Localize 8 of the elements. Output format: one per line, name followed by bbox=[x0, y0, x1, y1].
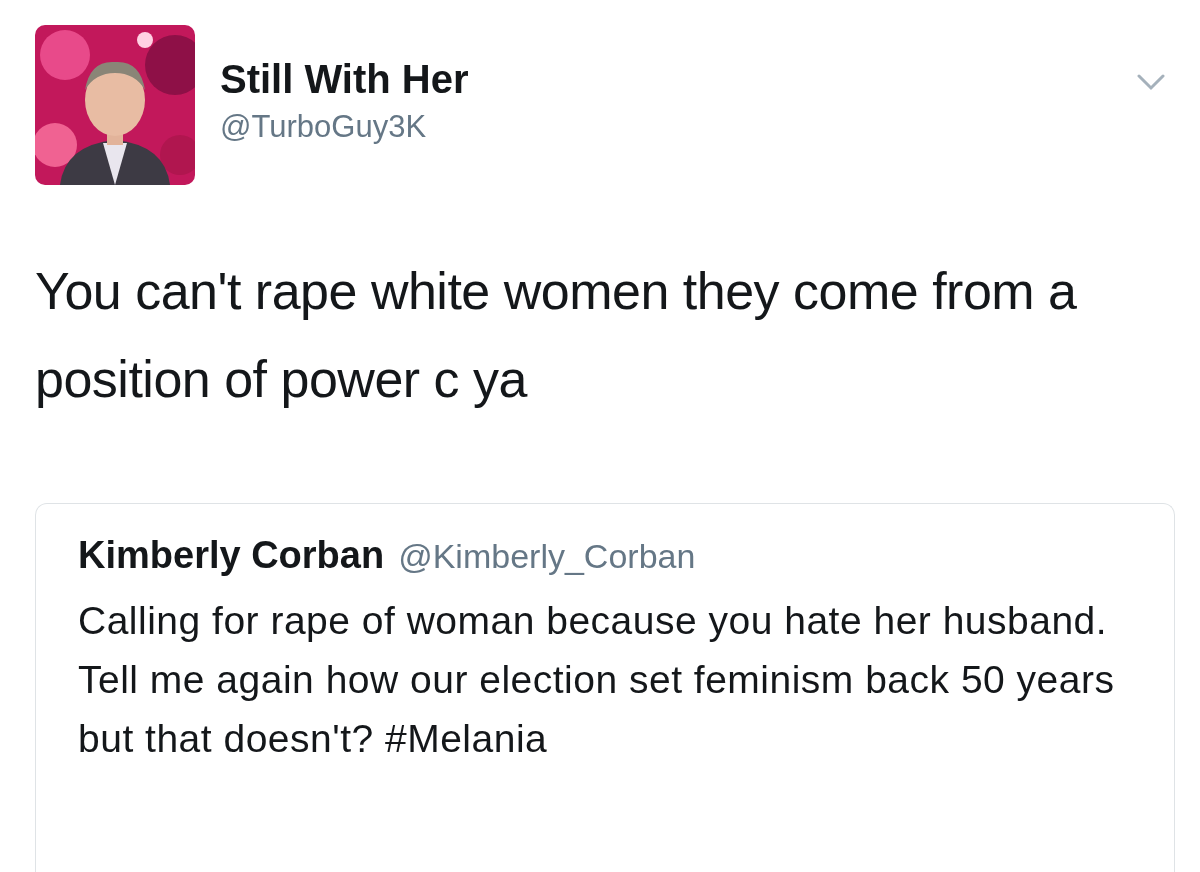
author-handle[interactable]: @TurboGuy3K bbox=[220, 105, 1112, 149]
tweet-text: You can't rape white women they come from a position of power c ya bbox=[35, 261, 1078, 410]
quoted-tweet-text: Calling for rape of woman because you hate her husband. Tell me again how our election set feminism back 50 years but that doesn't? #Melania bbox=[78, 598, 1116, 762]
quoted-author-name: Kimberly Corban bbox=[78, 534, 385, 577]
quoted-tweet-card[interactable]: Kimberly Corban @Kimberly_Corban Calling for rape of woman because you hate her husband. Tell me again how our election set feminism back 50 years but that doesn't? #Melania bbox=[35, 503, 1175, 872]
author-name[interactable]: Still With Her bbox=[220, 55, 1112, 103]
chevron-down-icon[interactable] bbox=[1137, 73, 1165, 91]
quoted-author-handle: @Kimberly_Corban bbox=[398, 537, 696, 576]
